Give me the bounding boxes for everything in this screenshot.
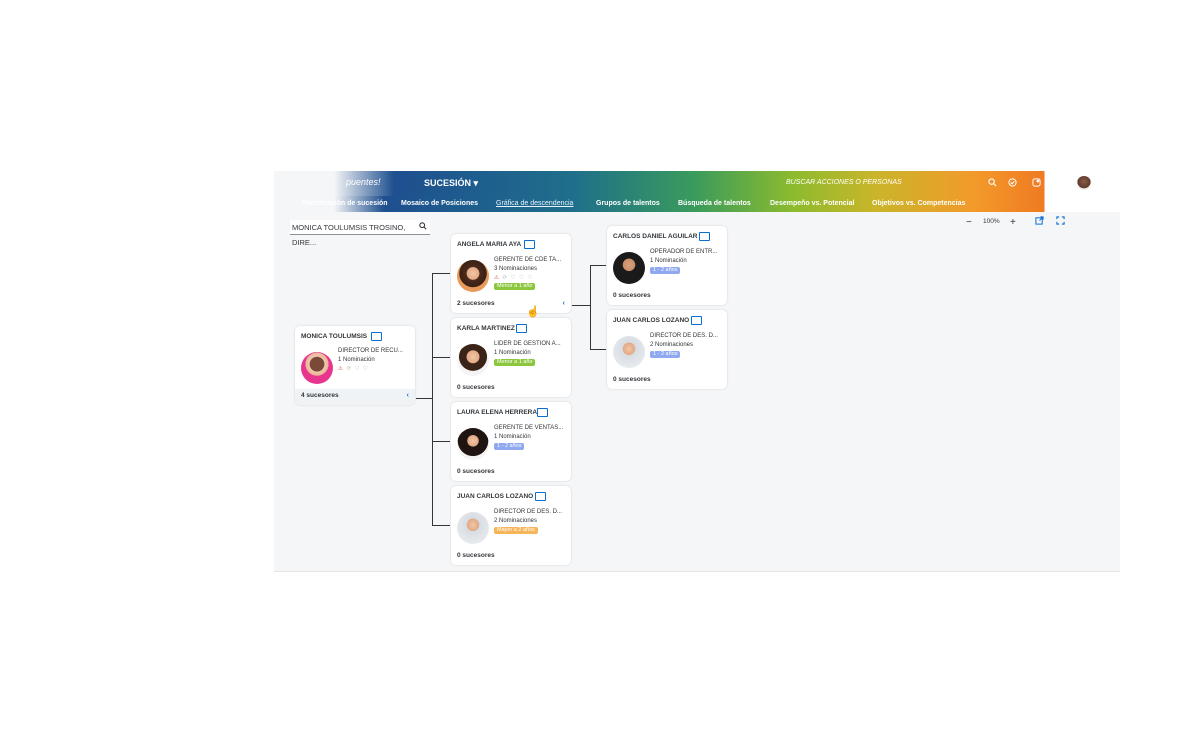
person-photo [457, 260, 489, 292]
tab-mosaico-posiciones[interactable]: Mosaico de Posiciones [401, 200, 478, 207]
person-name: MONICA TOULUMSIS [301, 333, 368, 340]
search-icon[interactable] [988, 178, 997, 189]
successors-count: 0 sucesores [613, 292, 651, 299]
search-input-value: MONICA TOULUMSIS TROSINO, DIRE... [292, 223, 406, 247]
id-card-icon[interactable] [371, 332, 382, 341]
successors-count: 2 sucesores [457, 300, 495, 307]
global-search-hint[interactable]: BUSCAR ACCIONES O PERSONAS [786, 179, 902, 186]
id-card-icon[interactable] [535, 492, 546, 501]
id-card-icon[interactable] [699, 232, 710, 241]
check-circle-icon[interactable] [1008, 178, 1017, 189]
person-name: JUAN CARLOS LOZANO [613, 317, 690, 324]
successors-count: 0 sucesores [457, 552, 495, 559]
connector-line [432, 357, 450, 358]
connector-line [590, 265, 591, 349]
zoom-in-button[interactable]: + [1010, 217, 1016, 228]
nominations-count: 1 Nominación [338, 357, 375, 363]
notification-icon[interactable] [1032, 178, 1041, 189]
connector-line [432, 525, 450, 526]
tenure-badge: Menor a 1 año [494, 359, 536, 366]
tab-busqueda-talentos[interactable]: Búsqueda de talentos [678, 200, 751, 207]
person-photo [457, 512, 489, 544]
person-name: LAURA ELENA HERRERA [457, 409, 538, 416]
person-card[interactable]: LAURA ELENA HERRERA GERENTE DE VENTAS...… [451, 402, 571, 481]
zoom-out-button[interactable]: − [966, 217, 972, 228]
connector-line [432, 273, 433, 526]
tenure-badge: Mayor a 2 años [494, 527, 538, 534]
nominations-count: 2 Nominaciones [650, 342, 694, 348]
search-input[interactable]: MONICA TOULUMSIS TROSINO, DIRE... [290, 220, 430, 247]
nominations-count: 1 Nominación [650, 258, 687, 264]
person-name: ANGELA MARIA AYA [457, 241, 522, 248]
app-window: puentes! SUCESIÓN ▾ BUSCAR ACCIONES O PE… [274, 171, 1120, 572]
person-name: CARLOS DANIEL AGUILAR [613, 233, 698, 240]
person-photo [457, 344, 489, 376]
id-card-icon[interactable] [691, 316, 702, 325]
tab-grafica-descendencia[interactable]: Gráfica de descendencia [496, 200, 573, 207]
position-title: GERENTE DE CDE TA... [494, 257, 562, 263]
tenure-badge: Menor a 1 año [494, 283, 536, 290]
person-card[interactable]: ANGELA MARIA AYA GERENTE DE CDE TA... 3 … [451, 234, 571, 313]
person-photo [301, 352, 333, 384]
position-title: DIRECTOR DE RECU... [338, 348, 403, 354]
tab-desempeno-potencial[interactable]: Desempeño vs. Potencial [770, 200, 854, 207]
status-icons: ⚠ ⟳ ♡ ♡ ♡ [494, 275, 534, 281]
connector-line [572, 305, 590, 306]
search-icon[interactable] [419, 220, 427, 235]
connector-line [432, 273, 450, 274]
person-card[interactable]: KARLA MARTINEZ LIDER DE GESTION A... 1 N… [451, 318, 571, 397]
person-card[interactable]: JUAN CARLOS LOZANO DIRECTOR DE DES. D...… [607, 310, 727, 389]
tenure-badge: 1 - 2 años [650, 267, 681, 274]
person-photo [613, 336, 645, 368]
position-title: GERENTE DE VENTAS... [494, 425, 564, 431]
connector-line [590, 265, 606, 266]
person-photo [613, 252, 645, 284]
id-card-icon[interactable] [524, 240, 535, 249]
position-title: OPERADOR DE ENTR... [650, 249, 718, 255]
tab-grupos-talentos[interactable]: Grupos de talentos [596, 200, 660, 207]
export-icon[interactable] [1035, 216, 1044, 228]
user-avatar[interactable] [1077, 176, 1091, 190]
id-card-icon[interactable] [516, 324, 527, 333]
zoom-level: 100% [983, 218, 1000, 225]
tenure-badge: 1 - 2 años [494, 443, 525, 450]
position-title: DIRECTOR DE DES. D... [494, 509, 562, 515]
shell-header: puentes! SUCESIÓN ▾ BUSCAR ACCIONES O PE… [274, 171, 1120, 196]
connector-line [432, 441, 450, 442]
fullscreen-icon[interactable] [1056, 216, 1065, 228]
person-name: KARLA MARTINEZ [457, 325, 515, 332]
person-card[interactable]: JUAN CARLOS LOZANO DIRECTOR DE DES. D...… [451, 486, 571, 565]
successors-count: 0 sucesores [457, 384, 495, 391]
nominations-count: 1 Nominación [494, 350, 531, 356]
tab-objetivos-competencias[interactable]: Objetivos vs. Competencias [872, 200, 965, 207]
successors-count: 4 sucesores [301, 392, 339, 399]
chevron-left-icon[interactable]: ‹ [407, 392, 409, 399]
person-name: JUAN CARLOS LOZANO [457, 493, 534, 500]
nominations-count: 1 Nominación [494, 434, 531, 440]
hand-cursor-icon: ☝ [526, 306, 540, 318]
connector-line [416, 398, 432, 399]
company-logo[interactable]: puentes! [346, 177, 381, 187]
position-title: DIRECTOR DE DES. D... [650, 333, 718, 339]
chevron-left-icon[interactable]: ‹ [563, 300, 565, 307]
person-photo [457, 428, 489, 460]
successors-count: 0 sucesores [613, 376, 651, 383]
status-icons: ⚠ ⟳ ♡ ♡ [338, 366, 369, 372]
module-menu-button[interactable]: SUCESIÓN ▾ [424, 178, 478, 189]
nominations-count: 3 Nominaciones [494, 266, 538, 272]
person-card[interactable]: MONICA TOULUMSIS DIRECTOR DE RECU... 1 N… [295, 326, 415, 405]
person-card[interactable]: CARLOS DANIEL AGUILAR OPERADOR DE ENTR..… [607, 226, 727, 305]
tab-bar: Planificación de sucesión Mosaico de Pos… [274, 196, 1120, 212]
tab-planificacion-sucesion[interactable]: Planificación de sucesión [302, 200, 388, 207]
connector-line [590, 349, 606, 350]
successors-count: 0 sucesores [457, 468, 495, 475]
position-title: LIDER DE GESTION A... [494, 341, 561, 347]
nominations-count: 2 Nominaciones [494, 518, 538, 524]
id-card-icon[interactable] [537, 408, 548, 417]
tenure-badge: 1 - 2 años [650, 351, 681, 358]
